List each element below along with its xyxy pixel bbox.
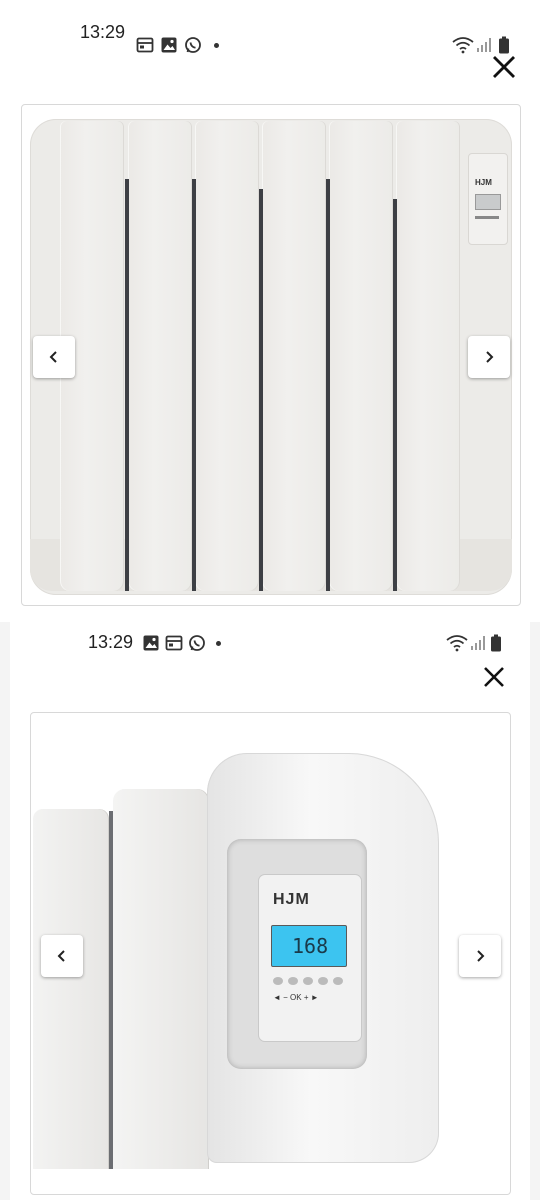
product-image-card: HJM 168 ◄ − OK + ►: [30, 712, 511, 1195]
battery-icon: [491, 634, 501, 652]
brand-logo: HJM: [273, 891, 310, 908]
close-button[interactable]: [484, 47, 524, 87]
whatsapp-icon: [189, 635, 205, 651]
chevron-right-icon: [486, 351, 494, 363]
previous-image-button[interactable]: [41, 935, 83, 977]
chevron-right-icon: [477, 950, 485, 962]
signal-icon: [471, 636, 485, 650]
radiator-closeup-image: HJM 168 ◄ − OK + ►: [31, 713, 510, 1194]
lcd-display: 168: [271, 925, 347, 967]
status-bar: 13:29: [0, 12, 540, 54]
radiator-image: HJM: [30, 119, 512, 595]
whatsapp-icon: [185, 37, 201, 53]
lcd-value: 168: [292, 934, 329, 958]
control-panel: HJM: [468, 153, 508, 245]
status-bar-2: 13:29: [0, 622, 540, 662]
notification-dot: [214, 43, 219, 48]
calendar-icon: [136, 37, 154, 53]
calendar-icon: [165, 635, 183, 651]
close-button[interactable]: [474, 657, 514, 697]
notification-dot: [216, 641, 221, 646]
close-icon: [493, 56, 515, 78]
next-image-button[interactable]: [459, 935, 501, 977]
image-icon: [143, 635, 159, 651]
close-icon: [484, 667, 504, 687]
wifi-icon: [452, 37, 474, 54]
brand-logo: HJM: [475, 178, 492, 187]
control-buttons: [273, 977, 343, 987]
previous-image-button[interactable]: [33, 336, 75, 378]
chevron-left-icon: [49, 351, 57, 363]
lcd-display: [475, 194, 501, 210]
next-image-button[interactable]: [468, 336, 510, 378]
status-time: 13:29: [88, 632, 134, 652]
status-time: 13:29: [80, 22, 126, 42]
wifi-icon: [446, 635, 468, 652]
control-panel: HJM 168 ◄ − OK + ►: [259, 875, 361, 1041]
control-button-labels: ◄ − OK + ►: [273, 993, 319, 1002]
image-icon: [161, 37, 177, 53]
chevron-left-icon: [57, 950, 65, 962]
product-image-card: HJM: [21, 104, 521, 606]
